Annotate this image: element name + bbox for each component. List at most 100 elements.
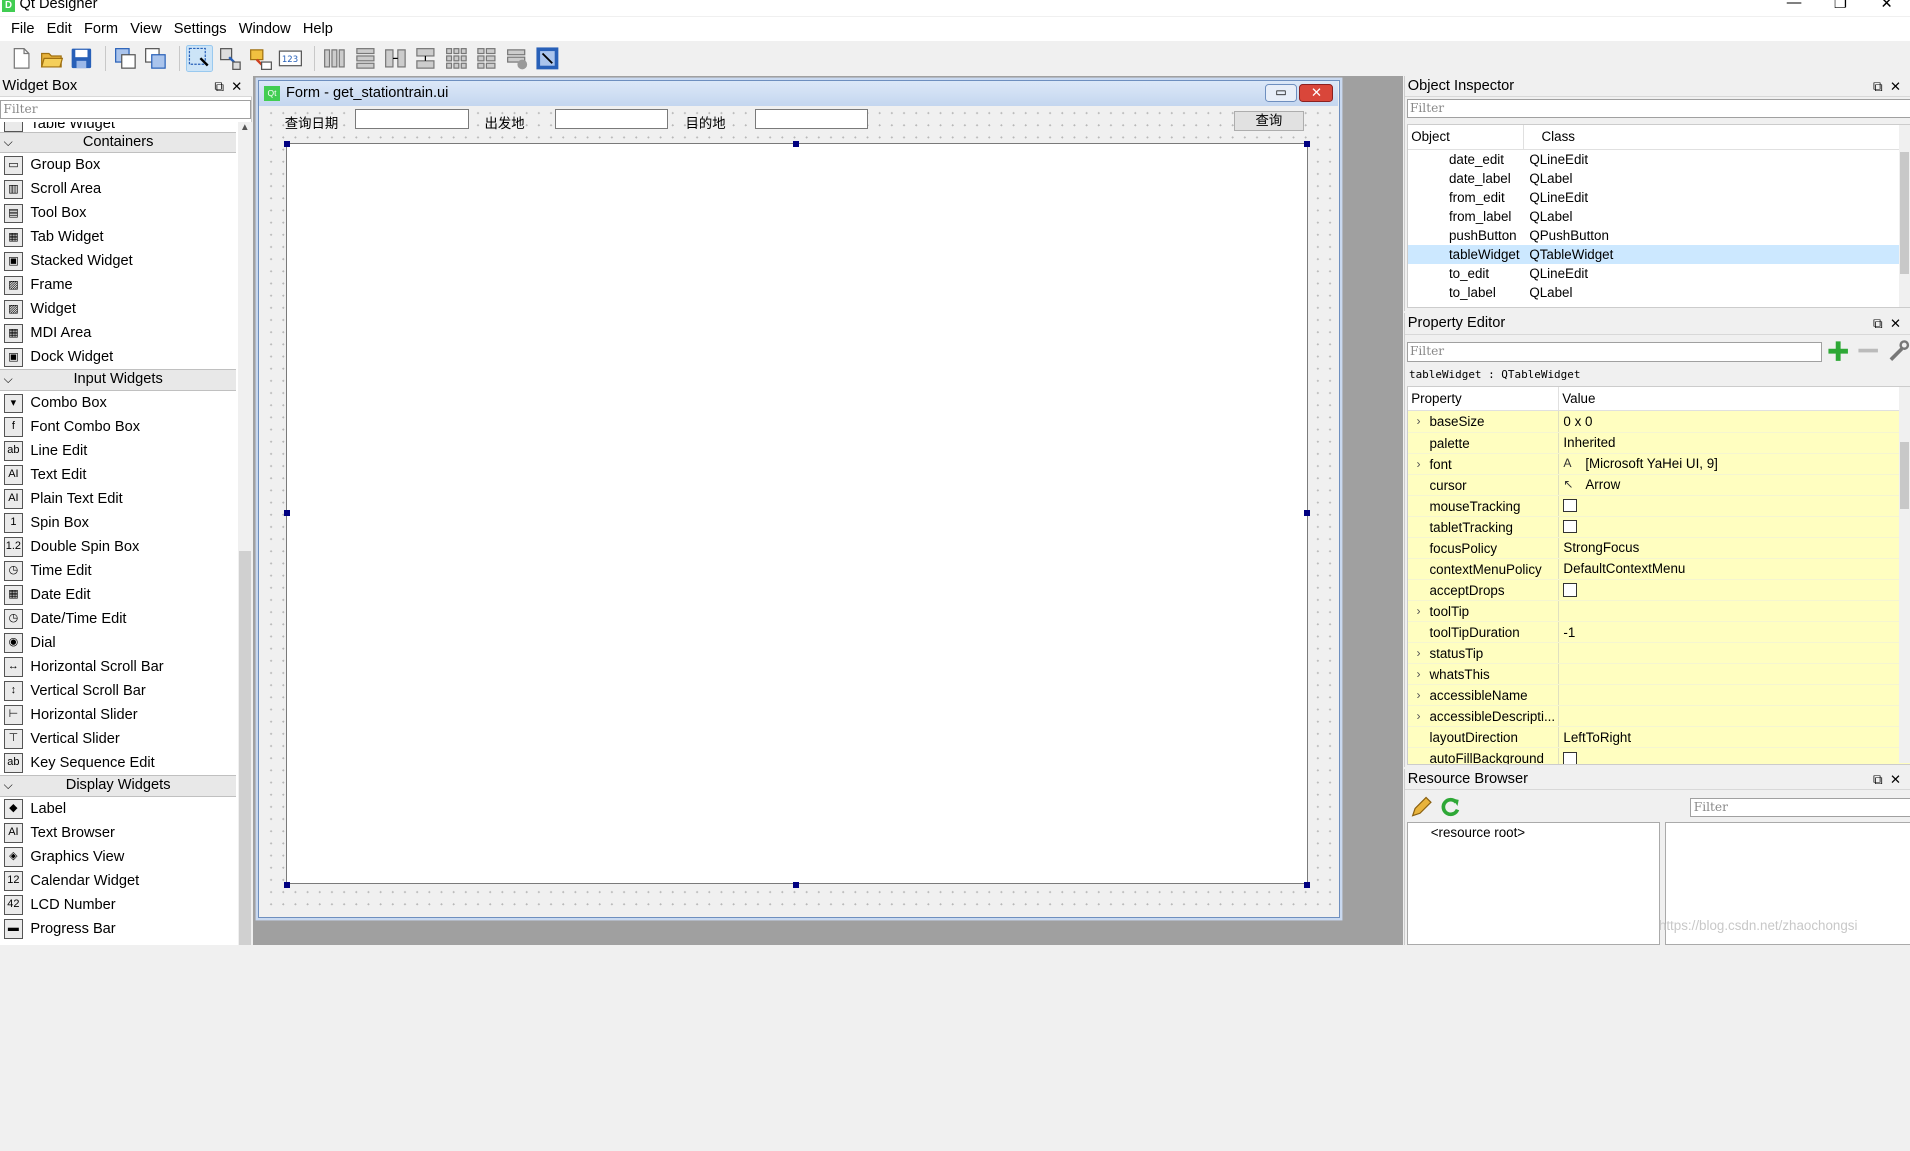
- scroll-up-icon[interactable]: ▲: [238, 122, 253, 133]
- list-item[interactable]: ▨ Widget: [0, 297, 236, 321]
- property-value[interactable]: [1559, 748, 1577, 764]
- table-row[interactable]: contextMenuPolicy DefaultContextMenu: [1407, 558, 1910, 580]
- list-item[interactable]: ▬ Progress Bar: [0, 917, 236, 941]
- menu-help[interactable]: Help: [297, 17, 339, 41]
- property-scroll-thumb[interactable]: [1900, 441, 1909, 509]
- to-edit[interactable]: [754, 109, 869, 129]
- property-value[interactable]: [1559, 664, 1564, 684]
- reload-icon[interactable]: [1438, 795, 1462, 819]
- table-row[interactable]: tabletTracking: [1407, 516, 1910, 538]
- add-property-icon[interactable]: [1826, 339, 1850, 363]
- list-item[interactable]: ▦ Date Edit: [0, 583, 236, 607]
- list-item[interactable]: AI Plain Text Edit: [0, 487, 236, 511]
- form-close-button[interactable]: ✕: [1299, 83, 1334, 103]
- table-row[interactable]: › toolTip: [1407, 601, 1910, 623]
- checkbox[interactable]: [1563, 583, 1577, 597]
- query-button[interactable]: 查询: [1233, 110, 1305, 132]
- list-item[interactable]: ▭ Group Box: [0, 153, 236, 177]
- table-row[interactable]: › baseSize 0 x 0: [1407, 411, 1910, 433]
- table-row[interactable]: pushButton QPushButton: [1408, 226, 1910, 245]
- selection-handle[interactable]: [792, 141, 799, 148]
- checkbox[interactable]: [1563, 520, 1577, 534]
- break-layout-icon[interactable]: [504, 45, 531, 72]
- date-edit[interactable]: [355, 109, 469, 129]
- property-value[interactable]: ↖ Arrow: [1559, 475, 1620, 495]
- dock-float-close-icon[interactable]: ⧉✕: [214, 76, 249, 98]
- form-window[interactable]: Qt Form - get_stationtrain.ui ▭ ✕ 查询日期 出…: [258, 80, 1340, 919]
- layout-vertical-icon[interactable]: [352, 45, 379, 72]
- checkbox[interactable]: [1563, 499, 1577, 513]
- menu-form[interactable]: Form: [78, 17, 124, 41]
- object-inspector-filter-input[interactable]: Filter: [1406, 98, 1910, 119]
- resource-filter-input[interactable]: Filter: [1690, 797, 1910, 818]
- table-row[interactable]: palette Inherited: [1407, 432, 1910, 454]
- widget-box-scroll-thumb[interactable]: [238, 550, 251, 946]
- dock-float-close-icon[interactable]: ⧉✕: [1873, 769, 1908, 791]
- save-icon[interactable]: [68, 45, 95, 72]
- column-header-class[interactable]: Class: [1524, 125, 1575, 148]
- table-row[interactable]: tableWidget QTableWidget: [1407, 244, 1910, 264]
- selection-handle[interactable]: [1304, 510, 1311, 517]
- checkbox[interactable]: [1563, 751, 1577, 764]
- list-item[interactable]: ↔ Horizontal Scroll Bar: [0, 655, 236, 679]
- property-value[interactable]: -1: [1559, 622, 1575, 642]
- new-file-icon[interactable]: [7, 45, 34, 72]
- menu-edit[interactable]: Edit: [41, 17, 78, 41]
- list-item[interactable]: ◆ Label: [0, 797, 236, 821]
- property-value[interactable]: [1559, 685, 1564, 705]
- list-item[interactable]: 42 LCD Number: [0, 893, 236, 917]
- selection-handle[interactable]: [792, 881, 799, 888]
- list-item[interactable]: 1 Spin Box: [0, 511, 236, 535]
- selection-handle[interactable]: [283, 141, 290, 148]
- property-value[interactable]: [1559, 580, 1577, 600]
- list-item[interactable]: ◉ Dial: [0, 631, 236, 655]
- selection-handle[interactable]: [283, 881, 290, 888]
- dock-float-close-icon[interactable]: ⧉✕: [1873, 313, 1908, 335]
- list-item[interactable]: ◈ Graphics View: [0, 845, 236, 869]
- remove-property-icon[interactable]: [1856, 339, 1880, 363]
- category-header[interactable]: ⌵ Containers: [0, 131, 237, 154]
- property-value[interactable]: [1559, 517, 1577, 537]
- minimize-button[interactable]: —: [1771, 0, 1817, 12]
- category-header[interactable]: ⌵ Display Widgets: [0, 775, 237, 797]
- edit-buddies-icon[interactable]: [247, 45, 274, 72]
- table-row[interactable]: from_edit QLineEdit: [1408, 188, 1910, 207]
- table-row[interactable]: to_edit QLineEdit: [1408, 264, 1910, 283]
- property-value[interactable]: [1559, 496, 1577, 516]
- table-row[interactable]: mouseTracking: [1407, 495, 1910, 517]
- close-button[interactable]: ✕: [1864, 0, 1910, 12]
- edit-tab-order-icon[interactable]: 123: [277, 45, 304, 72]
- edit-signals-slots-icon[interactable]: [217, 45, 244, 72]
- layout-grid-icon[interactable]: [443, 45, 470, 72]
- list-item[interactable]: ↕ Vertical Scroll Bar: [0, 679, 236, 703]
- property-value[interactable]: [1559, 643, 1564, 663]
- restore-button[interactable]: ❐: [1817, 0, 1863, 12]
- chevron-right-icon[interactable]: ›: [1408, 601, 1430, 621]
- table-row[interactable]: › accessibleDescripti...: [1407, 706, 1910, 728]
- list-item[interactable]: ▣ Stacked Widget: [0, 249, 236, 273]
- table-row[interactable]: from_label QLabel: [1408, 207, 1910, 226]
- table-row[interactable]: cursor ↖ Arrow: [1407, 474, 1910, 496]
- list-item[interactable]: ▦ MDI Area: [0, 321, 236, 345]
- list-item[interactable]: 1.2 Double Spin Box: [0, 535, 236, 559]
- edit-resources-pencil-icon[interactable]: [1409, 795, 1433, 819]
- table-row[interactable]: focusPolicy StrongFocus: [1407, 537, 1910, 559]
- list-item[interactable]: ◷ Date/Time Edit: [0, 607, 236, 631]
- table-row[interactable]: date_label QLabel: [1408, 169, 1910, 188]
- object-tree-scroll-thumb[interactable]: [1900, 152, 1909, 274]
- property-value[interactable]: A [Microsoft YaHei UI, 9]: [1559, 454, 1717, 474]
- column-header-property[interactable]: Property: [1408, 387, 1559, 411]
- category-header[interactable]: ⌵ Input Widgets: [0, 369, 237, 392]
- list-item[interactable]: Table Widget: [0, 121, 236, 132]
- chevron-right-icon[interactable]: ›: [1408, 643, 1430, 663]
- list-item[interactable]: ▾ Combo Box: [0, 391, 236, 415]
- table-row[interactable]: acceptDrops: [1407, 579, 1910, 602]
- chevron-right-icon[interactable]: ›: [1408, 685, 1430, 705]
- list-item[interactable]: 12 Calendar Widget: [0, 869, 236, 893]
- from-edit[interactable]: [555, 109, 669, 129]
- list-item[interactable]: ▥ Scroll Area: [0, 177, 236, 201]
- table-row[interactable]: date_edit QLineEdit: [1408, 150, 1910, 169]
- chevron-right-icon[interactable]: ›: [1408, 454, 1430, 474]
- table-row[interactable]: to_label QLabel: [1408, 283, 1910, 302]
- send-to-back-icon[interactable]: [112, 45, 139, 72]
